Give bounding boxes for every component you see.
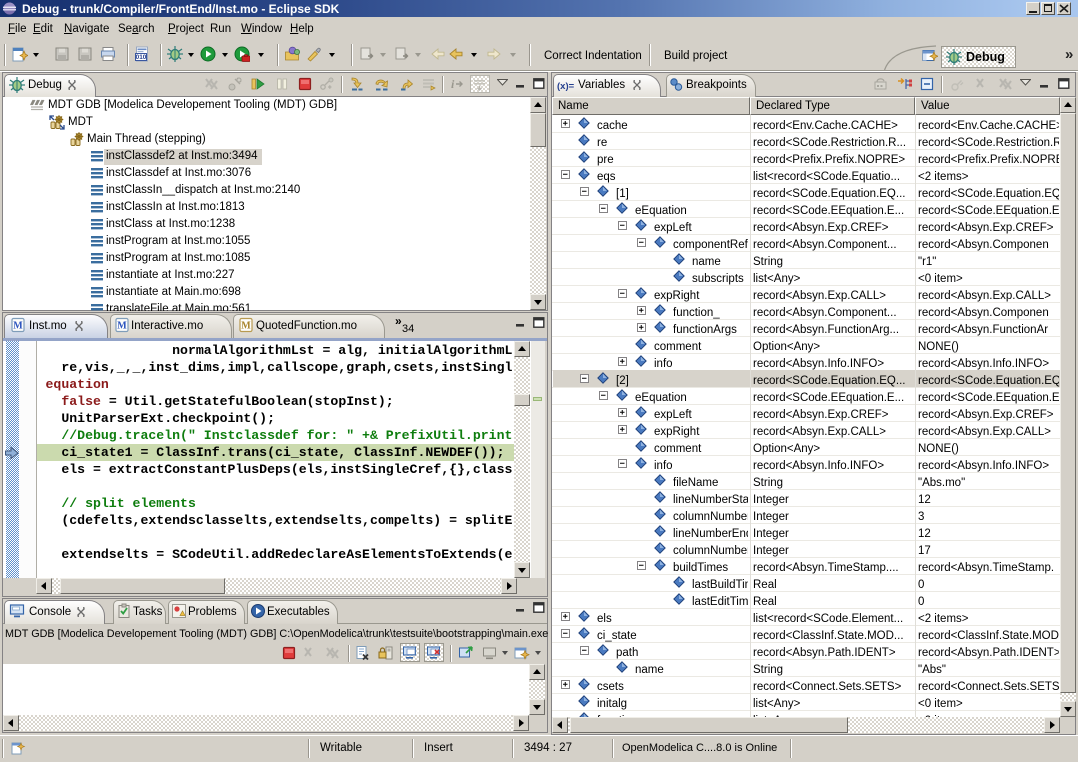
svg-text:i: i [451,77,455,91]
svg-text:M: M [13,321,23,332]
svg-text:M: M [241,321,251,332]
svg-text:010: 010 [136,54,147,61]
svg-text:(x)=: (x)= [557,81,574,91]
svg-text:M: M [117,321,127,332]
